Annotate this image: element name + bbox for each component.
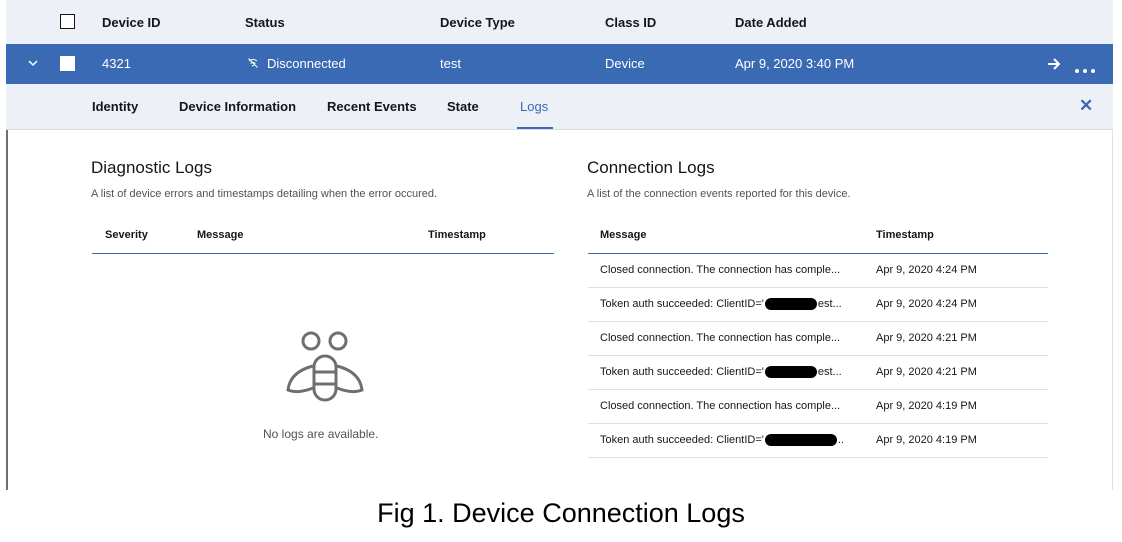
connection-logs-description: A list of the connection events reported… xyxy=(587,188,851,200)
tab-logs[interactable]: Logs xyxy=(520,99,548,114)
col-class-id[interactable]: Class ID xyxy=(605,15,656,30)
log-message: Closed connection. The connection has co… xyxy=(600,264,841,276)
connection-logs-title: Connection Logs xyxy=(587,158,715,177)
disconnected-icon xyxy=(247,57,259,69)
close-icon[interactable]: ✕ xyxy=(1079,96,1093,116)
status-cell: Disconnected xyxy=(267,56,346,71)
arrow-right-icon[interactable] xyxy=(1045,55,1063,73)
log-timestamp: Apr 9, 2020 4:24 PM xyxy=(876,264,977,276)
diag-col-severity[interactable]: Severity xyxy=(105,229,148,241)
col-status[interactable]: Status xyxy=(245,15,285,30)
conn-col-message[interactable]: Message xyxy=(600,229,646,241)
tab-device-information[interactable]: Device Information xyxy=(179,99,296,114)
diagnostic-logs-description: A list of device errors and timestamps d… xyxy=(91,188,438,200)
table-row[interactable]: Closed connection. The connection has co… xyxy=(588,254,1048,288)
overflow-menu-icon[interactable] xyxy=(1074,62,1096,73)
chevron-down-icon[interactable] xyxy=(26,56,40,70)
device-screen: Device ID Status Device Type Class ID Da… xyxy=(0,0,1122,490)
col-device-id[interactable]: Device ID xyxy=(102,15,161,30)
table-row-selected[interactable]: 4321 Disconnected test Device Apr 9, 202… xyxy=(6,44,1113,84)
log-message: Closed connection. The connection has co… xyxy=(600,332,841,344)
figure-caption: Fig 1. Device Connection Logs xyxy=(377,498,745,528)
table-row[interactable]: Token auth succeeded: ClientID=' est... A… xyxy=(588,356,1048,390)
active-tab-indicator xyxy=(517,127,553,129)
logs-panel: Diagnostic Logs A list of device errors … xyxy=(6,130,1113,490)
select-all-checkbox[interactable] xyxy=(60,14,75,29)
log-message: Token auth succeeded: ClientID=' est... xyxy=(600,298,842,311)
table-row[interactable]: Closed connection. The connection has co… xyxy=(588,322,1048,356)
diagnostic-logs-title: Diagnostic Logs xyxy=(91,158,212,177)
log-timestamp: Apr 9, 2020 4:24 PM xyxy=(876,298,977,310)
detail-tabs: Identity Device Information Recent Event… xyxy=(6,84,1113,130)
row-checkbox[interactable] xyxy=(60,56,75,71)
empty-state-text: No logs are available. xyxy=(263,427,379,441)
diag-col-message[interactable]: Message xyxy=(197,229,243,241)
log-message: Token auth succeeded: ClientID='.. xyxy=(600,434,844,447)
redaction-mark xyxy=(764,298,817,311)
log-message: Closed connection. The connection has co… xyxy=(600,400,841,412)
tab-state[interactable]: State xyxy=(447,99,479,114)
conn-col-timestamp[interactable]: Timestamp xyxy=(876,229,934,241)
redaction-mark xyxy=(764,434,837,447)
log-timestamp: Apr 9, 2020 4:19 PM xyxy=(876,400,977,412)
redaction-mark xyxy=(764,366,817,379)
col-device-type[interactable]: Device Type xyxy=(440,15,515,30)
log-message: Token auth succeeded: ClientID=' est... xyxy=(600,366,842,379)
bee-icon xyxy=(280,330,370,406)
log-timestamp: Apr 9, 2020 4:19 PM xyxy=(876,434,977,446)
device-type-cell: test xyxy=(440,56,461,71)
tab-identity[interactable]: Identity xyxy=(92,99,138,114)
table-header: Device ID Status Device Type Class ID Da… xyxy=(6,0,1113,44)
col-date-added[interactable]: Date Added xyxy=(735,15,807,30)
log-timestamp: Apr 9, 2020 4:21 PM xyxy=(876,332,977,344)
device-id-cell: 4321 xyxy=(102,56,131,71)
tab-recent-events[interactable]: Recent Events xyxy=(327,99,417,114)
diag-col-timestamp[interactable]: Timestamp xyxy=(428,229,486,241)
diag-header-divider xyxy=(92,253,554,254)
log-timestamp: Apr 9, 2020 4:21 PM xyxy=(876,366,977,378)
class-id-cell: Device xyxy=(605,56,645,71)
table-row[interactable]: Token auth succeeded: ClientID='.. Apr 9… xyxy=(588,424,1048,458)
table-row[interactable]: Token auth succeeded: ClientID=' est... A… xyxy=(588,288,1048,322)
table-row[interactable]: Closed connection. The connection has co… xyxy=(588,390,1048,424)
date-added-cell: Apr 9, 2020 3:40 PM xyxy=(735,56,855,71)
